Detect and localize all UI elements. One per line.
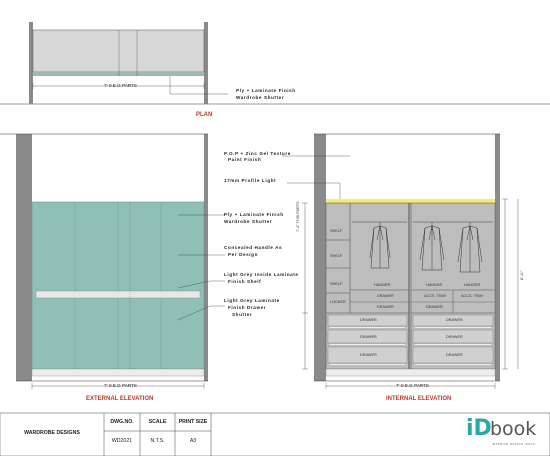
int-drawer-l1: DRAWER xyxy=(377,294,394,298)
int-dim-label: 7'-0 E.G PARTS xyxy=(396,383,429,388)
logo-tagline: INTERIOR DESIGN IDEAS xyxy=(492,442,536,446)
note-drawer-3: Shutter xyxy=(232,312,253,317)
plan-title: PLAN xyxy=(196,112,213,118)
print-size-label: PRINT SIZE xyxy=(178,419,208,425)
note-drawer-1: Light Grey Laminate xyxy=(224,298,280,303)
print-size-value: A3 xyxy=(189,438,197,444)
plan-wall-right xyxy=(204,22,208,104)
plan-wall-left xyxy=(29,22,33,104)
drawing-sheet xyxy=(0,22,550,456)
int-locker: LOCKER xyxy=(330,300,346,304)
plan-shutter-note-2: Wardrobe Shutter xyxy=(236,95,285,100)
ext-dim-label: 7'-0 E.G PARTS xyxy=(104,383,137,388)
int-drawer-r1: DRAWER xyxy=(426,305,443,309)
int-accs-tray-1: ACCS. TRAY xyxy=(424,294,447,298)
int-drawer-r3: DRAWER xyxy=(446,335,463,339)
int-height-label: 8'-11" xyxy=(520,270,524,280)
int-drawer-l5: DRAWER xyxy=(360,353,377,357)
ext-handle-band xyxy=(35,290,201,299)
int-accs-tray-2: ACCS. TRAY xyxy=(461,294,484,298)
project-name: WARDROBE DESIGNS xyxy=(24,430,80,436)
scale-label: SCALE xyxy=(148,419,167,425)
note-handle-1: Concealed Handle As xyxy=(224,245,283,250)
int-drawer-r4: DRAWER xyxy=(446,353,463,357)
note-light: 17mm Profile Light xyxy=(224,178,277,183)
ext-plinth xyxy=(31,368,205,377)
int-drawer-l2: DRAWER xyxy=(377,305,394,309)
dwg-no-value: WD2021 xyxy=(111,438,133,444)
dwg-no-label: DWG.NO. xyxy=(110,419,134,425)
internal-elevation-title: INTERNAL ELEVATION xyxy=(386,396,452,402)
ext-wall-left xyxy=(16,134,32,381)
note-pop-2: Paint Finish xyxy=(228,157,262,162)
int-profile-light xyxy=(326,199,495,203)
note-drawer-2: Finish Drawer xyxy=(228,305,267,310)
plan-shutter-note-1: Ply + Laminate Finish xyxy=(236,88,296,93)
note-ply-2: Wardrobe Shutter xyxy=(224,219,273,224)
note-ply-1: Ply + Laminate Finish xyxy=(224,212,284,217)
logo-book: book xyxy=(490,418,537,440)
plan-dim-label: 7'-0 E.G PARTS xyxy=(104,83,137,88)
int-drawer-l3: DRAWER xyxy=(360,318,377,322)
int-hanger-3: HANGER xyxy=(464,283,481,287)
note-handle-2: Per Design xyxy=(228,252,258,257)
idbook-logo: iD book INTERIOR DESIGN IDEAS xyxy=(466,416,546,452)
plan-shutter-strip xyxy=(33,72,204,76)
note-shelf-1: Light Grey Inside Laminate xyxy=(224,272,299,277)
int-shelf-2: SHELF xyxy=(330,254,343,258)
note-shelf-2: Finish Shelf xyxy=(228,279,262,284)
scale-value: N.T.S. xyxy=(150,438,165,444)
int-shelf-1: SHELF xyxy=(330,229,343,233)
int-wall-left xyxy=(314,134,326,381)
plan-wardrobe xyxy=(32,29,205,73)
int-left-height: 7'-3" THIS PARTS xyxy=(296,201,300,232)
internal-elevation xyxy=(302,133,519,389)
int-drawer-r2: DRAWER xyxy=(446,318,463,322)
plan-view xyxy=(29,22,228,104)
note-pop-1: P.O.P + Zinc Gel Texture xyxy=(224,151,291,156)
external-elevation-title: EXTERNAL ELEVATION xyxy=(86,396,154,402)
external-elevation xyxy=(0,133,208,389)
int-drawer-l4: DRAWER xyxy=(360,335,377,339)
int-shelf-3: SHELF xyxy=(330,282,343,286)
logo-id: iD xyxy=(466,416,492,441)
int-hanger-2: HANGER xyxy=(426,283,443,287)
ext-wall-right xyxy=(204,134,208,381)
int-hanger-1: HANGER xyxy=(374,283,391,287)
int-wall-right xyxy=(495,134,500,381)
